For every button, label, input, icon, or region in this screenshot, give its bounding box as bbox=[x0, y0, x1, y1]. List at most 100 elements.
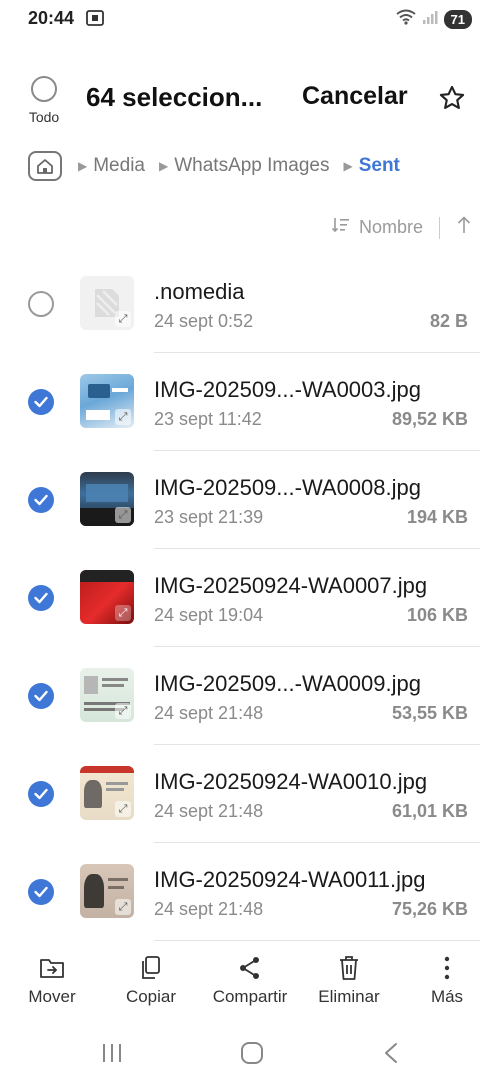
selection-header: Todo 64 seleccion... Cancelar bbox=[0, 70, 500, 140]
file-row[interactable]: ⤢ IMG-20250924-WA0011.jpg 24 sept 21:48 … bbox=[0, 843, 500, 941]
more-button[interactable]: Más bbox=[397, 955, 497, 1007]
breadcrumb-arrow-icon: ▶ bbox=[78, 159, 88, 173]
check-icon bbox=[34, 494, 48, 506]
file-date: 23 sept 11:42 bbox=[154, 409, 262, 429]
expand-icon[interactable]: ⤢ bbox=[115, 899, 131, 915]
more-vertical-icon bbox=[444, 956, 450, 980]
sort-order-icon[interactable] bbox=[331, 216, 351, 239]
copy-button[interactable]: Copiar bbox=[101, 955, 201, 1007]
file-size: 82 B bbox=[429, 311, 468, 331]
breadcrumb-arrow-icon: ▶ bbox=[343, 159, 353, 173]
sort-by-label[interactable]: Nombre bbox=[359, 217, 423, 238]
move-button[interactable]: Mover bbox=[2, 955, 102, 1007]
file-list: ⤢ .nomedia 24 sept 0:52 82 B ⤢ IMG-20250… bbox=[0, 255, 500, 941]
file-name: IMG-202509...-WA0008.jpg bbox=[154, 475, 421, 500]
recent-apps-icon[interactable] bbox=[100, 1042, 124, 1069]
breadcrumb-item-whatsapp-images[interactable]: WhatsApp Images bbox=[174, 155, 329, 177]
file-size: 194 KB bbox=[406, 507, 468, 527]
file-thumbnail: ⤢ bbox=[80, 668, 134, 722]
select-all-toggle[interactable]: Todo bbox=[22, 76, 66, 125]
file-row[interactable]: ⤢ IMG-202509...-WA0008.jpg 23 sept 21:39… bbox=[0, 451, 500, 549]
file-date: 24 sept 21:48 bbox=[154, 899, 264, 919]
file-checkbox[interactable] bbox=[28, 291, 54, 317]
back-icon[interactable] bbox=[380, 1042, 404, 1069]
expand-icon[interactable]: ⤢ bbox=[115, 311, 131, 327]
file-thumbnail: ⤢ bbox=[80, 472, 134, 526]
expand-icon[interactable]: ⤢ bbox=[115, 409, 131, 425]
sort-bar: Nombre bbox=[331, 215, 472, 240]
signal-icon bbox=[422, 9, 438, 30]
expand-icon[interactable]: ⤢ bbox=[115, 703, 131, 719]
expand-icon[interactable]: ⤢ bbox=[115, 801, 131, 817]
file-date: 24 sept 19:04 bbox=[154, 605, 264, 625]
file-thumbnail: ⤢ bbox=[80, 766, 134, 820]
file-thumbnail: ⤢ bbox=[80, 864, 134, 918]
file-name: IMG-20250924-WA0011.jpg bbox=[154, 867, 426, 892]
file-thumbnail: ⤢ bbox=[80, 374, 134, 428]
expand-icon[interactable]: ⤢ bbox=[115, 605, 131, 621]
status-time: 20:44 bbox=[28, 8, 75, 28]
file-row[interactable]: ⤢ IMG-202509...-WA0003.jpg 23 sept 11:42… bbox=[0, 353, 500, 451]
more-label: Más bbox=[430, 987, 464, 1006]
file-name: IMG-202509...-WA0003.jpg bbox=[154, 377, 421, 402]
file-size: 61,01 KB bbox=[391, 801, 468, 821]
file-date: 24 sept 0:52 bbox=[154, 311, 254, 331]
file-row[interactable]: ⤢ IMG-20250924-WA0007.jpg 24 sept 19:04 … bbox=[0, 549, 500, 647]
sort-direction-up-icon[interactable] bbox=[456, 215, 472, 240]
check-icon bbox=[34, 690, 48, 702]
breadcrumb-item-media[interactable]: Media bbox=[93, 155, 145, 177]
file-date: 24 sept 21:48 bbox=[154, 801, 264, 821]
home-nav-icon[interactable] bbox=[240, 1042, 264, 1069]
breadcrumb-item-sent[interactable]: Sent bbox=[359, 155, 400, 177]
file-checkbox-checked[interactable] bbox=[28, 781, 54, 807]
file-thumbnail: ⤢ bbox=[80, 276, 134, 330]
breadcrumb-arrow-icon: ▶ bbox=[158, 159, 169, 173]
delete-button[interactable]: Eliminar bbox=[299, 955, 399, 1007]
select-all-label: Todo bbox=[28, 109, 60, 125]
battery-indicator: 71 bbox=[443, 10, 472, 29]
file-name: IMG-20250924-WA0007.jpg bbox=[154, 573, 428, 598]
star-icon[interactable] bbox=[438, 84, 466, 112]
share-label: Compartir bbox=[212, 987, 288, 1006]
move-folder-icon bbox=[40, 959, 64, 978]
delete-label: Eliminar bbox=[318, 987, 380, 1006]
file-checkbox-checked[interactable] bbox=[28, 585, 54, 611]
check-icon bbox=[34, 886, 48, 898]
file-name: IMG-20250924-WA0010.jpg bbox=[154, 769, 428, 794]
wifi-icon bbox=[395, 9, 416, 30]
selection-count-title: 64 seleccion... bbox=[86, 82, 263, 112]
expand-icon[interactable]: ⤢ bbox=[115, 507, 131, 523]
bottom-action-toolbar: Mover Copiar Compartir Eliminar Más bbox=[0, 945, 500, 1025]
cancel-button[interactable]: Cancelar bbox=[302, 82, 408, 111]
file-checkbox-checked[interactable] bbox=[28, 683, 54, 709]
trash-icon bbox=[340, 956, 358, 980]
file-date: 23 sept 21:39 bbox=[154, 507, 264, 527]
screen-record-icon bbox=[86, 10, 104, 26]
file-size: 106 KB bbox=[406, 605, 468, 625]
breadcrumb: ▶ Media ▶ WhatsApp Images ▶ Sent bbox=[28, 148, 412, 184]
file-checkbox-checked[interactable] bbox=[28, 879, 54, 905]
sort-divider bbox=[439, 216, 440, 239]
file-name: .nomedia bbox=[154, 279, 245, 304]
select-all-checkbox[interactable] bbox=[31, 76, 57, 102]
file-checkbox-checked[interactable] bbox=[28, 389, 54, 415]
move-label: Mover bbox=[28, 987, 76, 1006]
share-icon bbox=[240, 957, 259, 979]
file-row[interactable]: ⤢ .nomedia 24 sept 0:52 82 B bbox=[0, 255, 500, 353]
file-checkbox-checked[interactable] bbox=[28, 487, 54, 513]
copy-label: Copiar bbox=[125, 987, 177, 1006]
status-bar: 20:44 71 bbox=[0, 0, 500, 40]
file-date: 24 sept 21:48 bbox=[154, 703, 264, 723]
check-icon bbox=[34, 788, 48, 800]
file-row[interactable]: ⤢ IMG-202509...-WA0009.jpg 24 sept 21:48… bbox=[0, 647, 500, 745]
share-button[interactable]: Compartir bbox=[200, 955, 300, 1007]
file-thumbnail: ⤢ bbox=[80, 570, 134, 624]
file-row[interactable]: ⤢ IMG-20250924-WA0010.jpg 24 sept 21:48 … bbox=[0, 745, 500, 843]
copy-icon bbox=[142, 956, 160, 979]
file-size: 89,52 KB bbox=[391, 409, 468, 429]
home-icon[interactable] bbox=[28, 151, 62, 181]
file-name: IMG-202509...-WA0009.jpg bbox=[154, 671, 421, 696]
system-nav-bar bbox=[0, 1030, 500, 1080]
file-size: 53,55 KB bbox=[391, 703, 468, 723]
file-size: 75,26 KB bbox=[391, 899, 468, 919]
